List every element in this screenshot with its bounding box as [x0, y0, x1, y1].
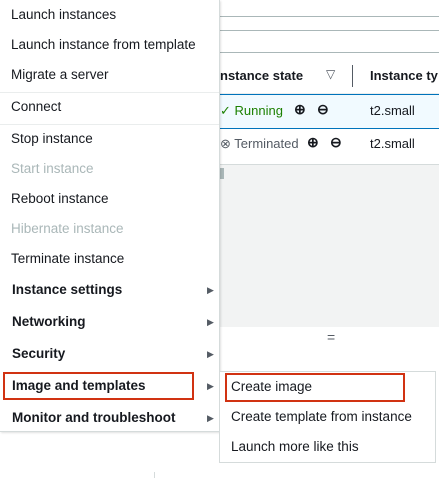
column-header-instance-state[interactable]: nstance state — [220, 68, 303, 83]
caret-right-icon: ▶ — [207, 381, 214, 391]
menu-item-label: Networking — [12, 314, 86, 329]
menu-item-label: Start instance — [11, 161, 94, 176]
menu-item-label: Connect — [11, 99, 62, 114]
instance-state-label: Terminated — [234, 136, 299, 151]
menu-item-start-instance: Start instance — [0, 154, 219, 184]
menu-item-label: Monitor and troubleshoot — [12, 410, 176, 425]
submenu-item-label: Create template from instance — [231, 409, 412, 424]
menu-item-label: Migrate a server — [11, 67, 109, 82]
divider — [154, 472, 155, 478]
menu-item-launch-from-template[interactable]: Launch instance from template — [0, 30, 219, 60]
menu-item-launch-instances[interactable]: Launch instances — [0, 0, 219, 30]
status-check-icon: ✓ — [220, 103, 231, 118]
table-row[interactable]: ⊗ Terminated ⊕ ⊖ t2.small — [220, 128, 439, 161]
instance-type-cell: t2.small — [370, 136, 415, 151]
menu-item-stop-instance[interactable]: Stop instance — [0, 124, 219, 154]
menu-item-label: Instance settings — [12, 282, 123, 297]
menu-item-reboot-instance[interactable]: Reboot instance — [0, 184, 219, 214]
caret-right-icon: ▶ — [207, 285, 214, 295]
table-row[interactable]: ✓ Running ⊕ ⊖ t2.small — [220, 94, 439, 129]
menu-item-label: Launch instance from template — [11, 37, 196, 52]
menu-item-security[interactable]: Security ▶ — [0, 339, 219, 369]
caret-right-icon: ▶ — [207, 349, 214, 359]
zoom-out-icon[interactable]: ⊖ — [317, 101, 329, 118]
menu-item-label: Launch instances — [11, 7, 117, 22]
zoom-in-icon[interactable]: ⊕ — [307, 134, 319, 151]
table-header: nstance state ▽ Instance ty — [220, 61, 439, 94]
status-terminated-icon: ⊗ — [220, 136, 231, 151]
menu-item-label: Security — [12, 346, 66, 361]
sort-down-icon[interactable]: ▽ — [326, 67, 335, 81]
menu-item-terminate-instance[interactable]: Terminate instance — [0, 244, 219, 274]
instance-actions-menu: Launch instances Launch instance from te… — [0, 0, 220, 432]
menu-item-label: Stop instance — [11, 131, 93, 146]
scrollbar-thumb[interactable] — [220, 168, 224, 179]
highlight-box-create-image — [225, 373, 405, 402]
submenu-item-launch-more-like-this[interactable]: Launch more like this — [220, 432, 435, 462]
table-empty-area — [220, 181, 439, 327]
highlight-box-image-and-templates — [3, 372, 194, 400]
menu-item-migrate-server[interactable]: Migrate a server — [0, 60, 219, 90]
panel-resize-handle[interactable]: = — [327, 329, 335, 345]
submenu-item-create-template-from-instance[interactable]: Create template from instance — [220, 402, 435, 432]
column-header-instance-type[interactable]: Instance ty — [370, 68, 438, 83]
submenu-item-label: Launch more like this — [231, 439, 359, 454]
instance-type-cell: t2.small — [370, 103, 415, 118]
horizontal-scrollbar[interactable] — [220, 164, 439, 182]
filter-field-border-bottom — [220, 52, 439, 53]
search-field-border-top — [220, 16, 439, 17]
menu-item-label: Reboot instance — [11, 191, 109, 206]
zoom-out-icon[interactable]: ⊖ — [330, 134, 342, 151]
zoom-in-icon[interactable]: ⊕ — [294, 101, 306, 118]
menu-item-instance-settings[interactable]: Instance settings ▶ — [0, 275, 219, 305]
column-divider[interactable] — [352, 65, 353, 87]
menu-item-label: Terminate instance — [11, 251, 125, 266]
menu-item-hibernate-instance: Hibernate instance — [0, 214, 219, 244]
instance-state-label: Running — [234, 103, 283, 118]
menu-item-monitor-and-troubleshoot[interactable]: Monitor and troubleshoot ▶ — [0, 403, 219, 433]
instances-table: nstance state ▽ Instance ty ✓ Running ⊕ … — [220, 61, 439, 181]
caret-right-icon: ▶ — [207, 317, 214, 327]
caret-right-icon: ▶ — [207, 413, 214, 423]
filter-field-border-top — [220, 30, 439, 31]
menu-item-networking[interactable]: Networking ▶ — [0, 307, 219, 337]
status-terminated: ⊗ Terminated — [220, 136, 299, 152]
menu-item-label: Hibernate instance — [11, 221, 124, 236]
status-running: ✓ Running — [220, 103, 283, 119]
menu-item-connect[interactable]: Connect — [0, 92, 219, 122]
